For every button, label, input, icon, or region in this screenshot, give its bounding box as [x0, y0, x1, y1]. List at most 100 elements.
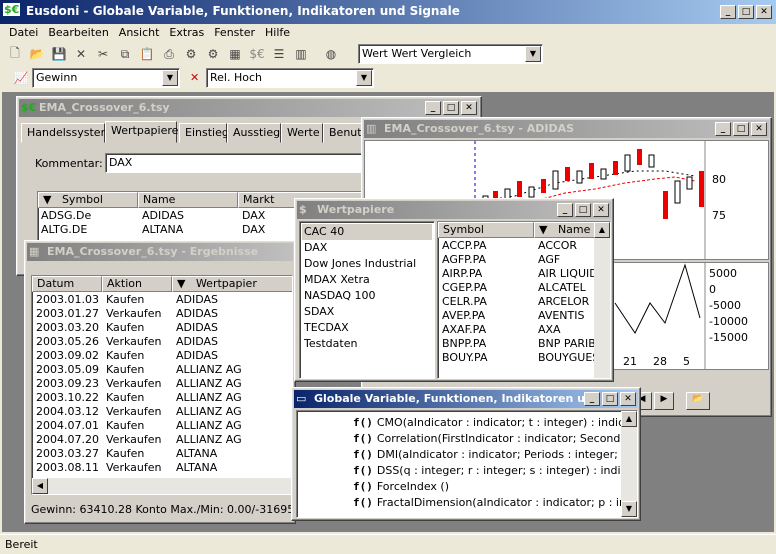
close-button[interactable]: ✕ [756, 5, 772, 19]
tab-ausstieg[interactable]: Ausstieg [227, 123, 281, 143]
gear-icon[interactable]: ⚙ [202, 44, 224, 64]
table-row[interactable]: AGFP.PA AGF [438, 253, 594, 267]
settings-icon[interactable]: ⚙ [180, 44, 202, 64]
minimize-button[interactable]: _ [425, 101, 441, 115]
close-button[interactable]: ✕ [593, 203, 609, 217]
table-row[interactable]: 2004.07.01 Kaufen ALLIANZ AG [32, 419, 292, 433]
minimize-button[interactable]: _ [584, 392, 600, 406]
list-item[interactable]: MDAX Xetra [302, 272, 432, 288]
col-name-header[interactable]: ▼ Name [534, 222, 596, 238]
table-row[interactable]: BNPP.PA BNP PARIB [438, 337, 594, 351]
tab-handelssystem[interactable]: Handelssystem [21, 123, 111, 143]
table-row[interactable]: 2003.09.23 Verkaufen ALLIANZ AG [32, 377, 292, 391]
table-row[interactable]: 2003.10.22 Kaufen ALLIANZ AG [32, 391, 292, 405]
table-row[interactable]: 2003.08.11 Verkaufen ALTANA [32, 461, 292, 475]
copy-icon[interactable]: ⧉ [114, 44, 136, 64]
remove-icon[interactable]: ✕ [190, 71, 199, 84]
chevron-down-icon[interactable]: ▼ [356, 70, 372, 86]
maximize-button[interactable]: □ [738, 5, 754, 19]
line-chart-icon[interactable]: 📈 [10, 68, 32, 88]
minimize-button[interactable]: _ [715, 122, 731, 136]
maximize-button[interactable]: □ [602, 392, 618, 406]
folder-icon[interactable]: 📂 [686, 392, 710, 410]
delete-icon[interactable]: ✕ [70, 44, 92, 64]
table-row[interactable]: 2003.01.03 Kaufen ADIDAS [32, 293, 292, 307]
list-item[interactable]: Dow Jones Industrial [302, 256, 432, 272]
table-row[interactable]: 2003.03.20 Kaufen ADIDAS [32, 321, 292, 335]
col-datum-header[interactable]: Datum [32, 276, 102, 292]
table-row[interactable]: 2003.01.27 Verkaufen ADIDAS [32, 307, 292, 321]
gewinn-combo[interactable]: Gewinn ▼ [32, 68, 180, 88]
scroll-down-icon[interactable]: ▼ [621, 501, 637, 517]
col-symbol-header[interactable]: ▼ Symbol [38, 192, 138, 208]
list-item[interactable]: f() CMO(aIndicator : indicator; t : integ… [353, 415, 623, 431]
table-row[interactable]: CELR.PA ARCELOR [438, 295, 594, 309]
close-button[interactable]: ✕ [461, 101, 477, 115]
new-icon[interactable]: 🗋 [4, 44, 26, 64]
chart-titlebar[interactable]: ▥ EMA_Crossover_6.tsy - ADIDAS [364, 120, 769, 138]
maximize-button[interactable]: □ [575, 203, 591, 217]
tab-einstieg[interactable]: Einstieg [179, 123, 229, 143]
list-item[interactable]: f() DSS(q : integer; r : integer; s : int… [353, 463, 623, 479]
cut-icon[interactable]: ✂ [92, 44, 114, 64]
grid-icon[interactable]: ▦ [224, 44, 246, 64]
chevron-down-icon[interactable]: ▼ [162, 70, 178, 86]
table-row[interactable]: AIRP.PA AIR LIQUID [438, 267, 594, 281]
ema-titlebar[interactable]: $€ EMA_Crossover_6.tsy [19, 99, 479, 117]
close-button[interactable]: ✕ [620, 392, 636, 406]
table-row[interactable]: AXAF.PA AXA [438, 323, 594, 337]
table-row[interactable]: 2003.05.26 Verkaufen ADIDAS [32, 335, 292, 349]
menu-datei[interactable]: Datei [4, 24, 43, 42]
table-row[interactable]: AVEP.PA AVENTIS [438, 309, 594, 323]
list-item[interactable]: f() Correlation(FirstIndicator : indicato… [353, 431, 623, 447]
close-button[interactable]: ✕ [751, 122, 767, 136]
tab-werte[interactable]: Werte [281, 123, 323, 143]
maximize-button[interactable]: □ [733, 122, 749, 136]
chart-icon[interactable]: ▥ [290, 44, 312, 64]
col-symbol-header[interactable]: Symbol [438, 222, 534, 238]
table-row[interactable]: BOUY.PA BOUYGUES [438, 351, 594, 365]
results-titlebar[interactable]: ▦ EMA_Crossover_6.tsy - Ergebnisse [27, 243, 293, 261]
chevron-down-icon[interactable]: ▼ [525, 46, 541, 62]
list-item[interactable]: f() ForceIndex () [353, 479, 623, 495]
comment-input[interactable]: DAX [105, 153, 405, 173]
menu-fenster[interactable]: Fenster [209, 24, 260, 42]
minimize-button[interactable]: _ [557, 203, 573, 217]
open-icon[interactable]: 📂 [26, 44, 48, 64]
menu-hilfe[interactable]: Hilfe [260, 24, 295, 42]
globe-icon[interactable]: ◍ [320, 44, 342, 64]
minimize-button[interactable]: _ [720, 5, 736, 19]
menu-extras[interactable]: Extras [164, 24, 209, 42]
list-item[interactable]: SDAX [302, 304, 432, 320]
list-item[interactable]: NASDAQ 100 [302, 288, 432, 304]
scroll-left-icon[interactable]: ◀ [32, 478, 48, 494]
vscrollbar[interactable]: ▲ ▼ [621, 411, 637, 517]
maximize-button[interactable]: □ [443, 101, 459, 115]
scroll-up-icon[interactable]: ▲ [621, 411, 637, 427]
col-name-header[interactable]: Name [138, 192, 238, 208]
table-row[interactable]: 2003.03.27 Kaufen ALTANA [32, 447, 292, 461]
menu-ansicht[interactable]: Ansicht [114, 24, 165, 42]
table-row[interactable]: CGEP.PA ALCATEL [438, 281, 594, 295]
list-item[interactable]: DAX [302, 240, 432, 256]
col-wertpapier-header[interactable]: ▼ Wertpapier [172, 276, 292, 292]
table-row[interactable]: 2003.05.09 Kaufen ALLIANZ AG [32, 363, 292, 377]
paste-icon[interactable]: 📋 [136, 44, 158, 64]
hscrollbar[interactable]: ◀ [32, 478, 292, 494]
compare-combo[interactable]: Wert Wert Vergleich ▼ [358, 44, 543, 64]
next-icon[interactable]: ▶ [654, 392, 674, 410]
list-item[interactable]: f() DMI(aIndicator : indicator; Periods :… [353, 447, 623, 463]
table-row[interactable]: 2004.03.12 Verkaufen ALLIANZ AG [32, 405, 292, 419]
scroll-up-icon[interactable]: ▲ [594, 222, 610, 238]
tab-wertpapiere[interactable]: Wertpapiere [105, 121, 178, 143]
col-aktion-header[interactable]: Aktion [102, 276, 172, 292]
list-item[interactable]: TECDAX [302, 320, 432, 336]
save-icon[interactable]: 💾 [48, 44, 70, 64]
table-row[interactable]: 2004.07.20 Verkaufen ALLIANZ AG [32, 433, 292, 447]
currency-icon[interactable]: $€ [246, 44, 268, 64]
relhoch-combo[interactable]: Rel. Hoch ▼ [206, 68, 374, 88]
menu-bearbeiten[interactable]: Bearbeiten [43, 24, 113, 42]
list-item[interactable]: f() FractalDimension(aIndicator : indicat… [353, 495, 623, 511]
table-icon[interactable]: ☰ [268, 44, 290, 64]
vscrollbar[interactable]: ▲ [594, 222, 610, 378]
